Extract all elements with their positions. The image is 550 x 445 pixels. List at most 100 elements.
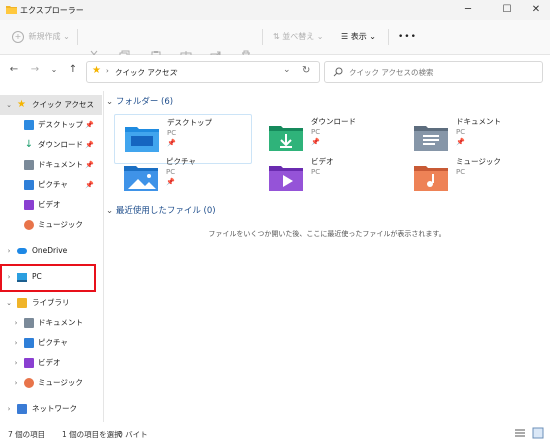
minimize-button[interactable]: ─ [456, 3, 480, 17]
video-icon [24, 200, 34, 210]
folder-tile-music[interactable]: ミュージック PC [404, 154, 540, 202]
sort-label: 並べ替え [282, 32, 315, 41]
videos-folder-icon [269, 166, 303, 191]
chevron-right-icon[interactable]: › [12, 313, 20, 333]
desktop-folder-icon [125, 127, 159, 152]
sidebar-item-lib-music[interactable]: › ミュージック [0, 373, 102, 393]
documents-folder-icon [414, 126, 448, 151]
search-box[interactable]: クイック アクセスの検索 [324, 61, 543, 83]
sidebar-item-music[interactable]: ミュージック [0, 215, 102, 235]
document-icon [24, 160, 34, 170]
chevron-right-icon[interactable]: › [12, 353, 20, 373]
tiles-view-icon[interactable] [532, 427, 544, 439]
up-button[interactable]: ↑ [65, 62, 81, 78]
sidebar-item-label: ミュージック [38, 378, 83, 387]
folder-location: PC [311, 128, 321, 136]
sidebar-item-desktop[interactable]: デスクトップ 📌 [0, 115, 102, 135]
chevron-down-icon[interactable]: ⌄ [5, 95, 13, 115]
search-input[interactable]: クイック アクセスの検索 [349, 67, 434, 78]
sidebar-item-label: ビデオ [38, 358, 61, 367]
selected-size: 0 バイト [118, 430, 148, 439]
view-label: 表示 [350, 32, 367, 41]
folder-name: ビデオ [311, 157, 334, 166]
sidebar-item-label: ダウンロード [38, 140, 83, 149]
recent-group-header[interactable]: ⌄ 最近使用したファイル (0) [106, 204, 216, 216]
separator [262, 29, 263, 45]
details-view-icon[interactable] [514, 427, 526, 439]
sidebar-item-lib-pictures[interactable]: › ピクチャ [0, 333, 102, 353]
pin-icon: 📌 [167, 139, 176, 147]
forward-button[interactable]: → [27, 62, 43, 78]
status-bar: 7 個の項目 1 個の項目を選択 0 バイト [0, 423, 550, 445]
folder-location: PC [167, 129, 177, 137]
sidebar-item-label: ドキュメント [38, 318, 83, 327]
download-icon: ↓ [24, 139, 34, 150]
history-dropdown-button[interactable]: ⌄ [46, 62, 62, 78]
selected-count: 1 個の項目を選択 [62, 430, 122, 439]
desktop-icon [24, 120, 34, 130]
new-label: 新規作成 [28, 32, 61, 41]
folder-tile-videos[interactable]: ビデオ PC [259, 154, 395, 202]
highlight-frame [0, 264, 96, 292]
cloud-icon [17, 248, 27, 254]
recent-empty-message: ファイルをいくつか開いた後、ここに最近使ったファイルが表示されます。 [208, 230, 446, 238]
folder-name: ミュージック [456, 157, 501, 166]
navigation-pane: ⌄ ★ クイック アクセス デスクトップ 📌 ↓ ダウンロード 📌 ドキュメント… [0, 91, 104, 422]
sort-button[interactable]: ⇅ 並べ替え ⌄ [273, 28, 324, 46]
sidebar-item-library[interactable]: ⌄ ライブラリ [0, 293, 102, 313]
chevron-down-icon[interactable]: ⌄ [5, 293, 13, 313]
folder-location: PC [456, 168, 466, 176]
folder-location: PC [166, 168, 176, 176]
sidebar-item-onedrive[interactable]: › OneDrive [0, 241, 102, 261]
video-icon [24, 358, 34, 368]
sidebar-item-label: ドキュメント [38, 160, 83, 169]
view-list-icon: ☰ [341, 32, 349, 41]
chevron-down-icon: ⌄ [106, 97, 116, 107]
chevron-down-icon: ⌄ [316, 32, 324, 41]
new-button[interactable]: + 新規作成 ⌄ [12, 28, 70, 46]
sidebar-item-label: ビデオ [38, 200, 61, 209]
chevron-down-icon: ⌄ [369, 32, 376, 41]
folder-location: PC [456, 128, 466, 136]
chevron-right-icon[interactable]: › [5, 399, 13, 419]
sidebar-item-quick-access[interactable]: ⌄ ★ クイック アクセス [0, 95, 102, 115]
group-header-label: 最近使用したファイル (0) [115, 206, 216, 216]
star-icon: ★ [92, 65, 101, 76]
maximize-button[interactable]: ☐ [495, 3, 519, 17]
picture-icon [24, 180, 34, 190]
pin-icon: 📌 [85, 141, 94, 149]
chevron-right-icon[interactable]: › [12, 333, 20, 353]
sidebar-item-network[interactable]: › ネットワーク [0, 399, 102, 419]
pictures-folder-icon [124, 166, 158, 191]
plus-circle-icon: + [12, 30, 24, 43]
chevron-right-icon[interactable]: › [12, 373, 20, 393]
sidebar-item-videos[interactable]: ビデオ [0, 195, 102, 215]
sidebar-item-downloads[interactable]: ↓ ダウンロード 📌 [0, 135, 102, 155]
breadcrumb-chevron-icon[interactable]: › [175, 67, 178, 75]
folder-tile-pictures[interactable]: ピクチャ PC 📌 [114, 154, 250, 202]
sidebar-item-lib-documents[interactable]: › ドキュメント [0, 313, 102, 333]
chevron-down-icon: ⌄ [106, 206, 116, 216]
command-bar: + 新規作成 ⌄ ⇅ 並べ替え ⌄ ☰ 表示 ⌄ ••• [0, 20, 550, 62]
sidebar-item-label: ミュージック [38, 220, 83, 229]
sidebar-item-lib-videos[interactable]: › ビデオ [0, 353, 102, 373]
sidebar-item-documents[interactable]: ドキュメント 📌 [0, 155, 102, 175]
close-button[interactable]: ✕ [524, 3, 548, 17]
folder-name: ドキュメント [456, 117, 501, 126]
folders-group-header[interactable]: ⌄ フォルダー (6) [106, 95, 173, 107]
view-button[interactable]: ☰ 表示 ⌄ [341, 28, 376, 46]
address-dropdown-icon[interactable]: ⌄ [283, 65, 291, 75]
sidebar-item-pictures[interactable]: ピクチャ 📌 [0, 175, 102, 195]
music-icon [24, 220, 34, 230]
folder-name: ピクチャ [166, 157, 196, 166]
refresh-icon[interactable]: ↻ [302, 65, 310, 76]
title-bar: エクスプローラー ─ ☐ ✕ [0, 0, 550, 20]
back-button[interactable]: ← [6, 62, 22, 78]
more-options-button[interactable]: ••• [398, 28, 417, 46]
chevron-right-icon[interactable]: › [5, 241, 13, 261]
window-title: エクスプローラー [20, 6, 84, 15]
group-header-label: フォルダー (6) [115, 97, 174, 107]
sidebar-item-label: ピクチャ [38, 180, 68, 189]
address-bar[interactable]: ★ › クイック アクセス › ⌄ ↻ [86, 61, 320, 83]
breadcrumb-current[interactable]: クイック アクセス [115, 67, 177, 78]
